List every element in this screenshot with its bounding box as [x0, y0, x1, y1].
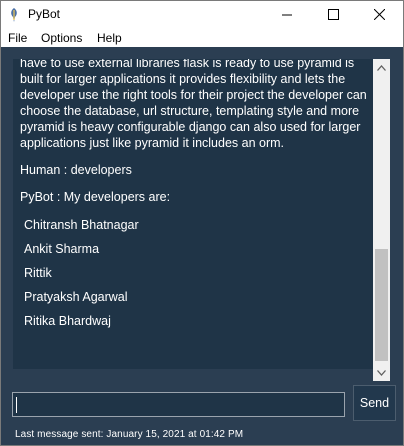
- last-message-status: Last message sent: January 15, 2021 at 0…: [15, 429, 244, 440]
- chat-content: have to use external libraries flask is …: [20, 59, 368, 333]
- developer-item: Ritika Bhardwaj: [24, 314, 111, 328]
- menu-options[interactable]: Options: [41, 31, 82, 45]
- bot-response-text: have to use external libraries flask is …: [20, 59, 367, 150]
- developer-item: Pratyaksh Agarwal: [24, 290, 128, 304]
- maximize-button[interactable]: [310, 1, 356, 28]
- chevron-down-icon: [377, 369, 386, 376]
- maximize-icon: [327, 9, 339, 20]
- main-panel: have to use external libraries flask is …: [1, 47, 403, 445]
- python-feather-icon: [11, 8, 17, 22]
- bot-message: PyBot : My developers are:: [20, 190, 171, 204]
- developer-item: Ankit Sharma: [24, 242, 100, 256]
- scroll-down-button[interactable]: [373, 364, 390, 381]
- title-bar[interactable]: PyBot: [1, 1, 403, 28]
- scroll-up-button[interactable]: [373, 59, 390, 76]
- message-input[interactable]: [12, 392, 345, 417]
- developer-item: Rittik: [24, 266, 52, 280]
- close-icon: [373, 9, 385, 20]
- developer-item: Chitransh Bhatnagar: [24, 218, 139, 232]
- window-title: PyBot: [28, 7, 61, 21]
- chat-scrollbar[interactable]: [373, 59, 390, 381]
- chat-log[interactable]: have to use external libraries flask is …: [13, 59, 373, 369]
- text-caret: [16, 397, 17, 413]
- menu-help[interactable]: Help: [97, 31, 122, 45]
- developer-list: Chitransh Bhatnagar Ankit Sharma Rittik …: [20, 213, 368, 333]
- menu-bar: File Options Help: [1, 29, 403, 47]
- menu-file[interactable]: File: [8, 31, 27, 45]
- send-button[interactable]: Send: [353, 385, 396, 421]
- scroll-thumb[interactable]: [375, 249, 388, 361]
- minimize-icon: [282, 14, 292, 15]
- human-message: Human : developers: [20, 163, 132, 177]
- pybot-window: PyBot File Options Help have to use exte…: [0, 0, 404, 446]
- close-button[interactable]: [356, 1, 402, 28]
- minimize-button[interactable]: [264, 1, 310, 28]
- chevron-up-icon: [377, 64, 386, 71]
